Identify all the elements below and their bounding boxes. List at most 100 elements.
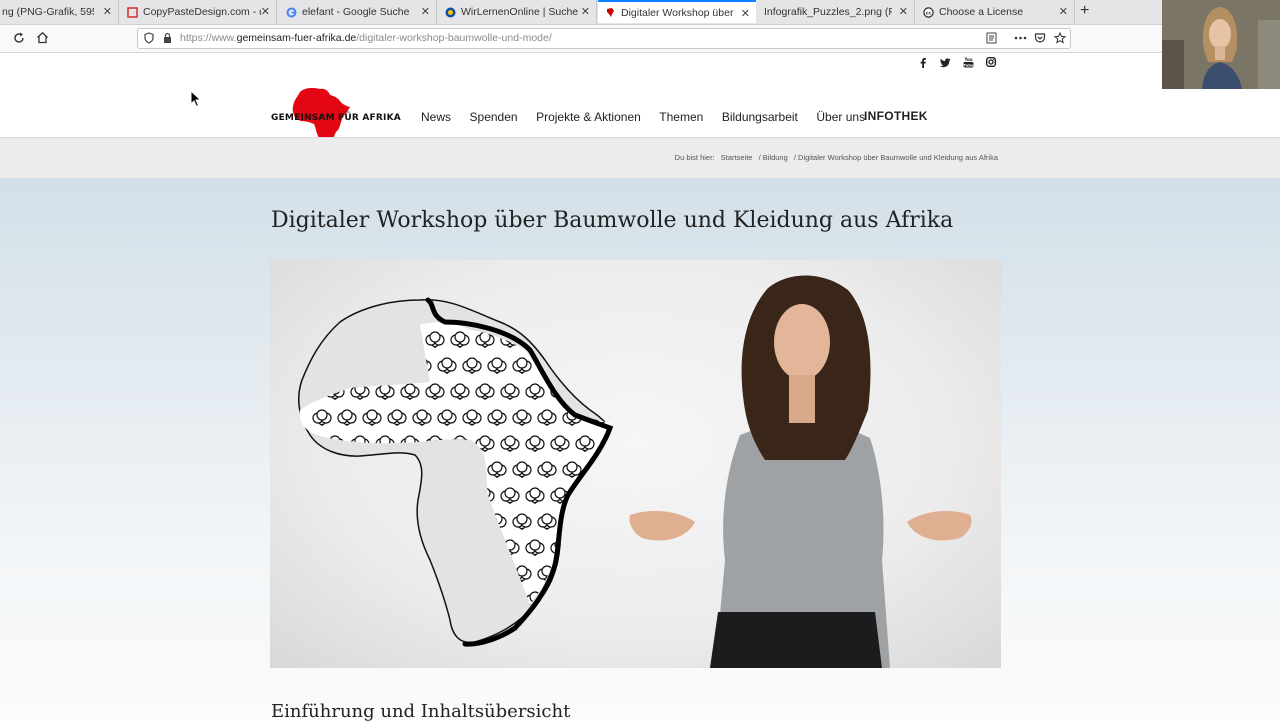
cotton-boll-icon: [550, 591, 570, 605]
logo-wordmark[interactable]: GEMEINSAM FÜR AFRIKA: [271, 113, 401, 123]
nav-item-projekte-aktionen[interactable]: Projekte & Aktionen: [536, 110, 641, 124]
main-navigation: News Spenden Projekte & Aktionen Themen …: [421, 110, 884, 124]
browser-tab-1[interactable]: ng (PNG-Grafik, 595 × ✕: [0, 0, 119, 24]
tab-close-icon[interactable]: ✕: [899, 5, 908, 18]
home-icon[interactable]: [36, 31, 49, 44]
tab-label: Digitaler Workshop über B: [621, 6, 737, 19]
tab-close-icon[interactable]: ✕: [421, 5, 430, 18]
breadcrumb: Du bist hier: Startseite / Bildung / Dig…: [671, 153, 998, 162]
svg-text:Tube: Tube: [963, 62, 974, 67]
facebook-icon[interactable]: [918, 57, 928, 68]
cotton-boll-icon: [300, 331, 320, 349]
reader-view-icon[interactable]: [986, 32, 997, 44]
creative-commons-favicon-icon: cc: [923, 6, 934, 18]
url-text[interactable]: https://www.gemeinsam-fuer-afrika.de/dig…: [180, 32, 552, 44]
cotton-boll-icon: [388, 618, 406, 634]
breadcrumb-current: / Digitaler Workshop über Baumwolle und …: [793, 153, 998, 162]
nav-item-spenden[interactable]: Spenden: [470, 110, 518, 124]
url-path: /digitaler-workshop-baumwolle-und-mode/: [356, 32, 552, 44]
cotton-boll-icon: [613, 514, 631, 530]
cotton-boll-icon: [600, 539, 611, 557]
cotton-boll-icon: [626, 540, 644, 556]
cotton-boll-icon: [325, 591, 345, 605]
url-domain: gemeinsam-fuer-afrika.de: [236, 32, 357, 44]
cotton-boll-icon: [600, 487, 611, 505]
workshop-video-player[interactable]: [270, 260, 1001, 668]
nav-item-bildungsarbeit[interactable]: Bildungsarbeit: [722, 110, 798, 124]
instagram-icon[interactable]: [986, 57, 996, 67]
nav-item-infothek[interactable]: INFOTHEK: [864, 109, 928, 123]
cotton-boll-icon: [587, 513, 607, 531]
wirlernenonline-favicon-icon: [445, 7, 456, 17]
breadcrumb-startseite[interactable]: Startseite: [721, 153, 753, 162]
cotton-boll-icon: [375, 539, 395, 557]
cotton-boll-icon: [312, 565, 332, 583]
cotton-boll-icon: [613, 462, 631, 478]
breadcrumb-bildung[interactable]: / Bildung: [759, 153, 788, 162]
lock-icon[interactable]: [163, 32, 172, 44]
svg-text:You: You: [963, 57, 972, 62]
cotton-boll-icon: [600, 591, 611, 605]
cotton-boll-icon: [587, 357, 607, 375]
cotton-boll-icon: [400, 591, 420, 605]
twitter-icon[interactable]: [940, 57, 951, 68]
browser-nav-bar: https://www.gemeinsam-fuer-afrika.de/dig…: [0, 25, 1280, 53]
url-prefix: https://www.: [180, 32, 237, 44]
browser-tab-5-active[interactable]: Digitaler Workshop über B ✕: [598, 0, 756, 23]
browser-tab-7[interactable]: cc Choose a License ✕: [916, 0, 1075, 24]
bookmark-star-icon[interactable]: [1054, 32, 1066, 44]
breadcrumb-prefix: Du bist hier:: [674, 153, 715, 162]
cotton-boll-icon: [350, 539, 370, 557]
nav-item-ueber-uns[interactable]: Über uns: [816, 110, 865, 124]
new-tab-button[interactable]: +: [1080, 2, 1089, 20]
tab-close-icon[interactable]: ✕: [1059, 5, 1068, 18]
cotton-boll-icon: [425, 591, 445, 605]
tab-label: Choose a License: [939, 6, 1024, 18]
cotton-boll-icon: [550, 331, 570, 349]
nav-item-themen[interactable]: Themen: [659, 110, 703, 124]
cotton-boll-icon: [300, 591, 320, 605]
browser-tab-bar: ng (PNG-Grafik, 595 × ✕ CopyPasteDesign.…: [0, 0, 1280, 25]
browser-tab-6[interactable]: Infografik_Puzzles_2.png (PNG ✕: [757, 0, 915, 24]
tracking-protection-shield-icon[interactable]: [144, 32, 154, 44]
browser-tab-4[interactable]: WirLernenOnline | Suche ✕: [438, 0, 597, 24]
cotton-boll-icon: [363, 618, 381, 634]
youtube-icon[interactable]: YouTube: [963, 57, 974, 68]
cotton-boll-icon: [362, 513, 382, 531]
cotton-boll-icon: [562, 357, 582, 375]
main-content: Digitaler Workshop über Baumwolle und Kl…: [0, 178, 1280, 722]
cotton-boll-icon: [575, 591, 595, 605]
nav-item-news[interactable]: News: [421, 110, 451, 124]
section-heading-introduction: Einführung und Inhaltsübersicht: [271, 701, 571, 722]
cotton-boll-icon: [337, 461, 357, 479]
cotton-boll-icon: [575, 383, 595, 401]
cotton-boll-icon: [375, 591, 395, 605]
cotton-boll-icon: [538, 618, 556, 634]
url-bar[interactable]: https://www.gemeinsam-fuer-afrika.de/dig…: [137, 28, 1071, 49]
cotton-boll-icon: [400, 539, 420, 557]
cotton-boll-icon: [613, 410, 631, 426]
reload-icon[interactable]: [13, 32, 25, 44]
cotton-boll-icon: [400, 487, 420, 505]
cotton-boll-icon: [362, 461, 382, 479]
browser-tab-3[interactable]: elefant - Google Suche ✕: [278, 0, 437, 24]
cotton-boll-icon: [613, 618, 631, 634]
page-actions-menu-icon[interactable]: [1014, 36, 1027, 40]
pocket-icon[interactable]: [1034, 32, 1046, 44]
cotton-boll-icon: [325, 539, 345, 557]
cotton-boll-icon: [562, 513, 582, 531]
cotton-boll-icon: [362, 565, 382, 583]
browser-tab-2[interactable]: CopyPasteDesign.com - qu ✕: [119, 0, 277, 24]
tab-close-icon[interactable]: ✕: [741, 7, 750, 20]
cotton-boll-icon: [626, 436, 644, 452]
cotton-boll-icon: [312, 461, 332, 479]
tab-close-icon[interactable]: ✕: [103, 5, 112, 18]
cotton-boll-icon: [638, 566, 656, 582]
tab-close-icon[interactable]: ✕: [581, 5, 590, 18]
cotton-boll-icon: [337, 565, 357, 583]
cotton-boll-icon: [638, 410, 656, 426]
cotton-boll-icon: [350, 591, 370, 605]
cotton-boll-icon: [600, 383, 611, 401]
cotton-boll-icon: [387, 513, 407, 531]
tab-close-icon[interactable]: ✕: [261, 5, 270, 18]
